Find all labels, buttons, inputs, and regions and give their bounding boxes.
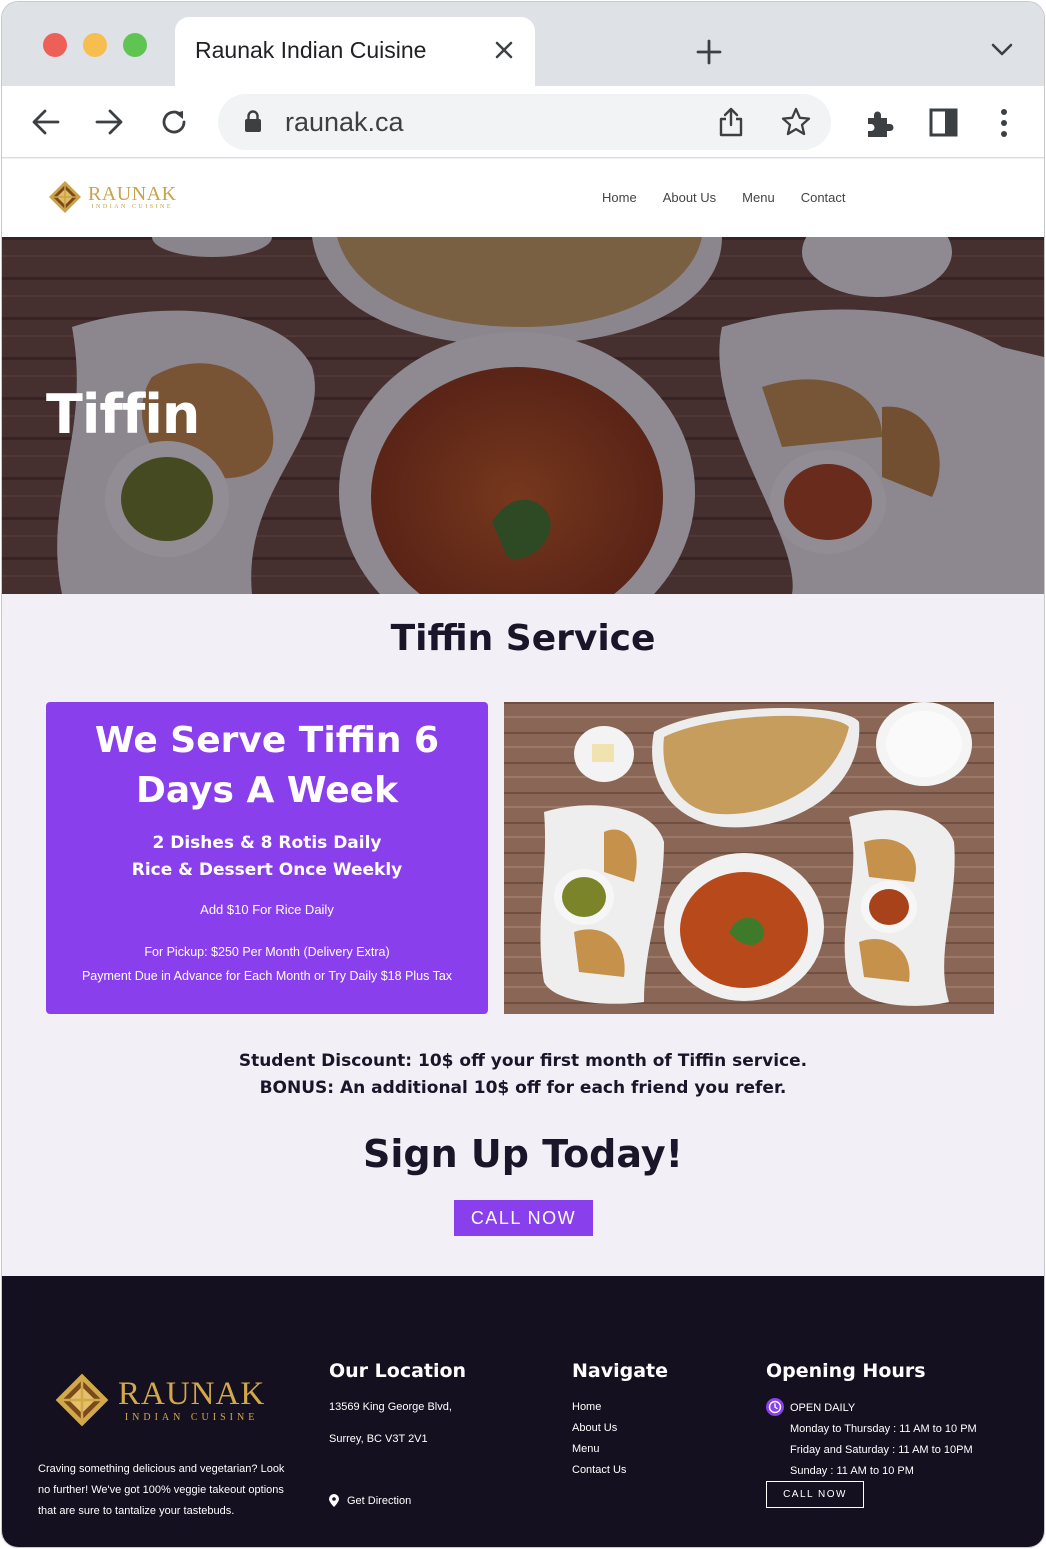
close-window-button[interactable] <box>43 33 67 57</box>
address-line2: Surrey, BC V3T 2V1 <box>329 1433 428 1445</box>
reload-icon[interactable] <box>158 106 190 138</box>
promo-card: We Serve Tiffin 6 Days A Week 2 Dishes &… <box>46 702 488 1014</box>
forward-arrow-icon[interactable] <box>93 106 125 138</box>
tab-title: Raunak Indian Cuisine <box>195 37 427 63</box>
nav-about-us[interactable]: About Us <box>663 190 716 205</box>
logo-name: RAUNAK <box>88 183 177 205</box>
hours-fri-sat: Friday and Saturday : 11 AM to 10PM <box>790 1444 973 1456</box>
browser-window: Raunak Indian Cuisine raunak.ca RAUNAK I… <box>2 2 1044 1547</box>
promo-rice-addon: Add $10 For Rice Daily <box>200 902 334 917</box>
logo-tagline: INDIAN CUISINE <box>91 204 174 210</box>
navigate-title: Navigate <box>572 1360 669 1382</box>
footer-nav-about-us[interactable]: About Us <box>572 1418 626 1439</box>
promo-sub-line2: Rice & Dessert Once Weekly <box>131 860 403 880</box>
clock-icon <box>766 1398 784 1416</box>
url-text: raunak.ca <box>285 107 404 137</box>
tiffin-section: Tiffin Service We Serve Tiffin 6 Days A … <box>2 594 1044 1276</box>
footer-logo-name: RAUNAK <box>118 1375 266 1412</box>
tiffin-photo <box>504 702 994 1014</box>
back-arrow-icon[interactable] <box>30 106 62 138</box>
footer-about: Craving something delicious and vegetari… <box>38 1463 285 1517</box>
chevron-down-icon[interactable] <box>990 42 1014 58</box>
footer-call-now-button[interactable]: CALL NOW <box>766 1481 864 1508</box>
footer-nav-menu[interactable]: Menu <box>572 1439 626 1460</box>
signup-title: Sign Up Today! <box>363 1132 683 1176</box>
promo-price-line1: For Pickup: $250 Per Month (Delivery Ext… <box>144 945 390 959</box>
site-logo[interactable]: RAUNAK INDIAN CUISINE <box>48 179 177 215</box>
footer-logo[interactable]: RAUNAK INDIAN CUISINE <box>54 1372 265 1428</box>
tab-bar: Raunak Indian Cuisine <box>2 2 1044 86</box>
maximize-window-button[interactable] <box>123 33 147 57</box>
hours-status: OPEN DAILY <box>790 1402 856 1414</box>
location-title: Our Location <box>329 1360 467 1382</box>
plus-icon[interactable] <box>696 39 722 65</box>
close-icon[interactable] <box>493 39 515 61</box>
tiffin-food-image <box>504 702 994 1014</box>
main-nav: Home About Us Menu Contact <box>602 190 872 205</box>
tab-raunak[interactable]: Raunak Indian Cuisine <box>175 17 535 86</box>
promo-headline: We Serve Tiffin 6 Days A Week <box>94 720 440 811</box>
hero-title: Tiffin <box>46 383 200 446</box>
nav-menu[interactable]: Menu <box>742 190 775 205</box>
footer-logo-tagline: INDIAN CUISINE <box>124 1411 259 1423</box>
minimize-window-button[interactable] <box>83 33 107 57</box>
section-title: Tiffin Service <box>390 618 656 659</box>
lock-icon[interactable] <box>244 109 262 133</box>
extensions-icon[interactable] <box>863 107 895 139</box>
discount-notice: Student Discount: 10$ off your first mon… <box>2 1048 1044 1102</box>
discount-line1: Student Discount: 10$ off your first mon… <box>238 1051 808 1071</box>
promo-sub-line1: 2 Dishes & 8 Rotis Daily <box>152 833 382 853</box>
opening-hours: OPEN DAILY Monday to Thursday : 11 AM to… <box>766 1398 977 1482</box>
promo-price-line2: Payment Due in Advance for Each Month or… <box>81 969 453 983</box>
share-icon[interactable] <box>716 106 746 138</box>
nav-home[interactable]: Home <box>602 190 637 205</box>
hours-title: Opening Hours <box>766 1360 926 1382</box>
more-vert-icon[interactable] <box>988 107 1020 139</box>
hero-banner: Tiffin <box>2 237 1044 594</box>
call-now-button[interactable]: CALL NOW <box>454 1200 593 1236</box>
address-bar[interactable]: raunak.ca <box>218 94 831 150</box>
address-line1: 13569 King George Blvd, <box>329 1401 452 1413</box>
star-icon[interactable] <box>780 106 812 138</box>
discount-line2: BONUS: An additional 10$ off for each fr… <box>259 1078 787 1098</box>
site-header: RAUNAK INDIAN CUISINE Home About Us Menu… <box>2 159 1044 237</box>
hours-weekday: Monday to Thursday : 11 AM to 10 PM <box>790 1423 977 1435</box>
logo-emblem-icon <box>49 181 81 213</box>
nav-contact[interactable]: Contact <box>801 190 846 205</box>
sidepanel-icon[interactable] <box>928 107 960 139</box>
footer-nav-contact-us[interactable]: Contact Us <box>572 1460 626 1481</box>
logo-emblem-icon <box>55 1373 109 1427</box>
hours-sunday: Sunday : 11 AM to 10 PM <box>790 1465 914 1477</box>
map-pin-icon <box>329 1494 339 1507</box>
site-footer: RAUNAK INDIAN CUISINE Craving something … <box>2 1276 1044 1547</box>
get-direction-link[interactable]: Get Direction <box>347 1495 411 1507</box>
footer-nav: Home About Us Menu Contact Us <box>572 1397 626 1481</box>
browser-toolbar: raunak.ca <box>2 86 1044 158</box>
footer-nav-home[interactable]: Home <box>572 1397 626 1418</box>
